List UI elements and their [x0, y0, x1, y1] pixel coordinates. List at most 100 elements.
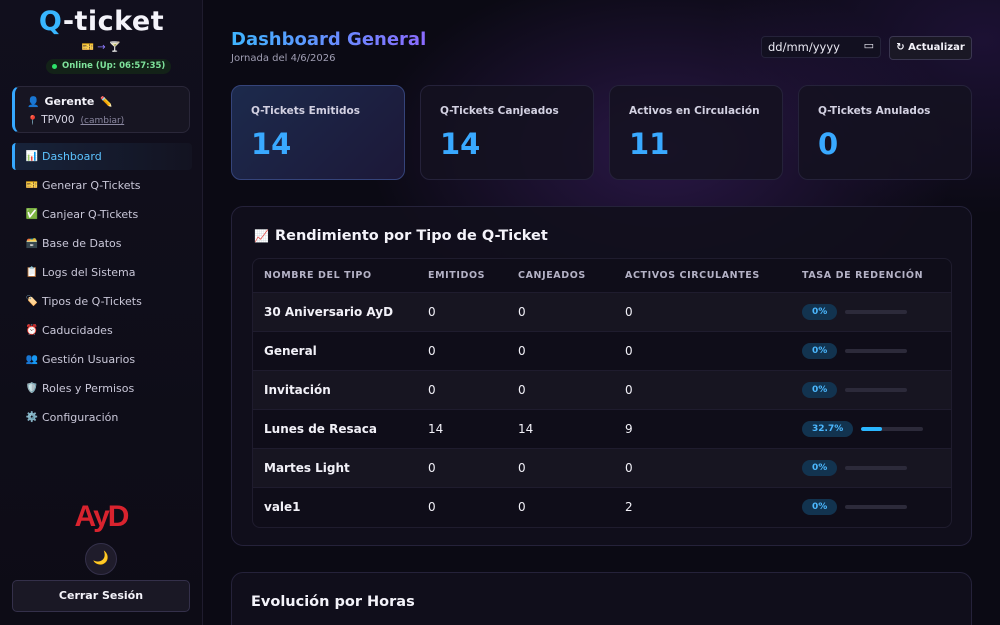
- sidebar-item-gestión-usuarios[interactable]: 👥 Gestión Usuarios: [12, 346, 192, 373]
- redemption-progress-bar: [845, 309, 908, 314]
- stat-label: Q-Tickets Canjeados: [440, 105, 559, 117]
- date-input-value: dd/mm/yyyy: [768, 40, 840, 54]
- stat-label: Activos en Circulación: [629, 105, 760, 117]
- nav-icon: 📊: [25, 151, 39, 162]
- stat-value: 14: [251, 127, 292, 161]
- nav-icon: ✅: [25, 209, 39, 220]
- sidebar-item-tipos-de-q-tickets[interactable]: 🏷️ Tipos de Q-Tickets: [12, 288, 192, 315]
- nav-icon: 👥: [25, 354, 39, 365]
- stat-label: Q-Tickets Emitidos: [251, 105, 360, 117]
- sidebar-nav: 📊 Dashboard 🎫 Generar Q-Tickets ✅ Canjear Q-T…: [12, 143, 192, 433]
- cell-emitidos: 0: [428, 330, 518, 370]
- cell-tasa: 0%: [802, 330, 951, 370]
- theme-toggle-moon-icon[interactable]: 🌙: [85, 543, 117, 575]
- sidebar-item-label: Caducidades: [42, 324, 113, 337]
- sidebar-item-label: Dashboard: [42, 150, 102, 163]
- sidebar-item-configuración[interactable]: ⚙️ Configuración: [12, 404, 192, 431]
- cell-tasa: 0%: [802, 369, 951, 409]
- nav-icon: ⏰: [25, 325, 39, 336]
- cell-activos: 9: [625, 408, 802, 448]
- column-header-activos: Activos Circulantes: [625, 269, 760, 281]
- sidebar-item-base-de-datos[interactable]: 🗃️ Base de Datos: [12, 230, 192, 257]
- redemption-progress-bar: [845, 504, 908, 509]
- nav-icon: 🏷️: [25, 296, 39, 307]
- ticket-to-drink-icon: 🎫 → 🍸: [81, 42, 122, 53]
- online-status-badge: Online (Up: 06:57:35): [46, 59, 172, 74]
- sidebar-item-generar-q-tickets[interactable]: 🎫 Generar Q-Tickets: [12, 172, 192, 199]
- cell-canjeados: 0: [518, 486, 625, 526]
- refresh-button[interactable]: ↻ Actualizar: [889, 36, 972, 60]
- main-content: Dashboard General Jornada del 4/6/2026 d…: [203, 0, 1000, 625]
- sidebar-item-caducidades[interactable]: ⏰ Caducidades: [12, 317, 192, 344]
- sidebar-item-logs-del-sistema[interactable]: 📋 Logs del Sistema: [12, 259, 192, 286]
- pin-icon: 📍: [27, 116, 39, 126]
- cell-canjeados: 0: [518, 330, 625, 370]
- cell-emitidos: 0: [428, 369, 518, 409]
- cell-activos: 0: [625, 291, 802, 331]
- cell-emitidos: 14: [428, 408, 518, 448]
- column-header-canjeados: Canjeados: [518, 269, 586, 281]
- date-picker-input[interactable]: dd/mm/yyyy ▭: [761, 36, 881, 58]
- cell-canjeados: 0: [518, 447, 625, 487]
- performance-table: Nombre del Tipo Emitidos Canjeados Activ…: [253, 259, 951, 526]
- table-header-row: Nombre del Tipo Emitidos Canjeados Activ…: [253, 259, 951, 292]
- redemption-rate-badge: 0%: [802, 459, 838, 476]
- cell-name: vale1: [253, 486, 428, 526]
- cell-name: 30 Aniversario AyD: [253, 291, 428, 331]
- hourly-title: Evolución por Horas: [251, 594, 415, 610]
- redemption-progress-bar: [845, 348, 908, 353]
- cell-canjeados: 0: [518, 291, 625, 331]
- cell-activos: 2: [625, 486, 802, 526]
- redemption-rate-badge: 0%: [802, 303, 838, 320]
- performance-panel: 📈 Rendimiento por Tipo de Q-Ticket Nombre…: [231, 206, 972, 546]
- cell-canjeados: 0: [518, 369, 625, 409]
- app-logo: Q-ticket: [38, 6, 165, 37]
- cell-canjeados: 14: [518, 408, 625, 448]
- cell-tasa: 0%: [802, 291, 951, 331]
- redemption-progress-fill: [861, 426, 882, 431]
- column-header-name: Nombre del Tipo: [264, 269, 372, 281]
- svg-text:AyD: AyD: [75, 500, 129, 532]
- cell-tasa: 0%: [802, 447, 951, 487]
- edit-icon[interactable]: ✏️: [100, 97, 112, 108]
- table-row: vale1 0 0 2 0%: [253, 486, 951, 526]
- stat-card-anulados: Q-Tickets Anulados 0: [798, 85, 972, 180]
- sidebar-item-dashboard[interactable]: 📊 Dashboard: [12, 143, 192, 170]
- cell-tasa: 0%: [802, 486, 951, 526]
- cell-name: General: [253, 330, 428, 370]
- cell-activos: 0: [625, 447, 802, 487]
- redemption-rate-badge: 32.7%: [802, 420, 854, 437]
- calendar-icon[interactable]: ▭: [864, 39, 874, 52]
- sidebar-item-canjear-q-tickets[interactable]: ✅ Canjear Q-Tickets: [12, 201, 192, 228]
- cell-emitidos: 0: [428, 447, 518, 487]
- stat-value: 11: [629, 127, 670, 161]
- stat-value: 14: [440, 127, 481, 161]
- logout-button[interactable]: Cerrar Sesión: [12, 580, 190, 612]
- cell-activos: 0: [625, 330, 802, 370]
- performance-title: 📈 Rendimiento por Tipo de Q-Ticket: [254, 228, 548, 244]
- table-row: Martes Light 0 0 0 0%: [253, 447, 951, 487]
- nav-icon: 🗃️: [25, 238, 39, 249]
- user-icon: 👤: [27, 97, 40, 108]
- stat-card-activos: Activos en Circulación 11: [609, 85, 783, 180]
- sidebar-item-roles-y-permisos[interactable]: 🛡️ Roles y Permisos: [12, 375, 192, 402]
- sidebar-item-label: Base de Datos: [42, 237, 122, 250]
- redemption-rate-badge: 0%: [802, 342, 838, 359]
- column-header-tasa: Tasa de Redención: [802, 269, 924, 281]
- hourly-panel: Evolución por Horas: [231, 572, 972, 625]
- chart-up-icon: 📈: [254, 229, 269, 243]
- nav-icon: ⚙️: [25, 412, 39, 423]
- redemption-progress-bar: [845, 387, 908, 392]
- redemption-rate-badge: 0%: [802, 381, 838, 398]
- change-terminal-link[interactable]: (cambiar): [81, 116, 125, 126]
- nav-icon: 🎫: [25, 180, 39, 191]
- page-title: Dashboard General: [231, 29, 427, 50]
- nav-icon: 🛡️: [25, 383, 39, 394]
- cell-tasa: 32.7%: [802, 408, 951, 448]
- column-header-emitidos: Emitidos: [428, 269, 486, 281]
- table-row: General 0 0 0 0%: [253, 330, 951, 370]
- cell-name: Invitación: [253, 369, 428, 409]
- stat-card-emitidos: Q-Tickets Emitidos 14: [231, 85, 405, 180]
- sidebar-item-label: Configuración: [42, 411, 119, 424]
- cell-emitidos: 0: [428, 291, 518, 331]
